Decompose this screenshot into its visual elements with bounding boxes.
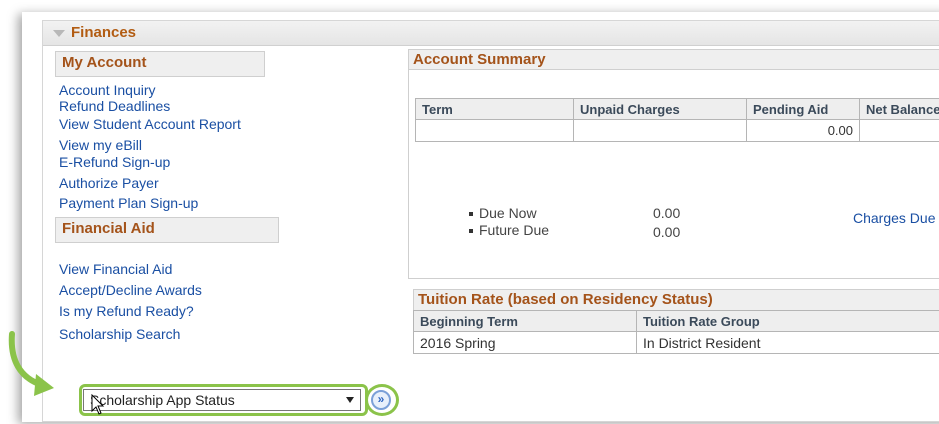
my-account-heading: My Account <box>55 51 265 77</box>
account-summary-panel: Account Summary Term Unpaid Charges Pend… <box>408 49 939 279</box>
tuition-rate-panel: Tuition Rate (based on Residency Status)… <box>413 289 939 359</box>
due-now-label: Due Now <box>479 205 537 221</box>
col-pending-aid: Pending Aid <box>746 98 860 120</box>
go-button[interactable]: » <box>371 390 391 410</box>
e-refund-signup-link[interactable]: E-Refund Sign-up <box>59 154 170 170</box>
refund-deadlines-link[interactable]: Refund Deadlines <box>59 98 170 114</box>
col-net-balance: Net Balance <box>859 98 939 120</box>
mouse-cursor-icon <box>91 394 105 415</box>
financial-aid-heading: Financial Aid <box>55 217 279 243</box>
due-now-value: 0.00 <box>653 205 681 221</box>
account-inquiry-link[interactable]: Account Inquiry <box>59 82 156 98</box>
bullet-icon <box>469 212 473 216</box>
table-header-row: Term Unpaid Charges Pending Aid Net Bala… <box>415 98 939 120</box>
payment-plan-signup-link[interactable]: Payment Plan Sign-up <box>59 195 198 211</box>
refund-ready-link[interactable]: Is my Refund Ready? <box>59 303 194 319</box>
cell-tuition-rate-group: In District Resident <box>636 331 939 354</box>
cell-pending-aid: 0.00 <box>746 119 860 142</box>
page-frame: Finances My Account Account Inquiry Refu… <box>22 12 939 422</box>
table-header-row: Beginning Term Tuition Rate Group <box>413 310 939 332</box>
authorize-payer-link[interactable]: Authorize Payer <box>59 175 159 191</box>
finances-pagelet: Finances My Account Account Inquiry Refu… <box>42 20 939 422</box>
finances-title: Finances <box>71 24 137 41</box>
tuition-rate-table: Beginning Term Tuition Rate Group 2016 S… <box>413 310 939 354</box>
charges-due-link[interactable]: Charges Due <box>853 210 936 226</box>
tuition-rate-heading: Tuition Rate (based on Residency Status) <box>413 289 939 311</box>
dropdown-arrow-icon[interactable] <box>346 397 354 403</box>
double-chevron-right-icon: » <box>377 392 385 406</box>
select-value: Scholarship App Status <box>90 392 235 408</box>
quick-nav-select[interactable]: Scholarship App Status <box>83 389 361 411</box>
col-unpaid-charges: Unpaid Charges <box>573 98 747 120</box>
col-beginning-term: Beginning Term <box>413 310 637 332</box>
cell-net-balance <box>859 119 939 142</box>
annotation-arrow-icon <box>8 331 54 396</box>
table-row: 0.00 <box>415 119 939 142</box>
finances-header[interactable]: Finances <box>43 21 939 46</box>
cell-beginning-term: 2016 Spring <box>413 331 637 354</box>
future-due-value: 0.00 <box>653 224 681 240</box>
bullet-icon <box>469 229 473 233</box>
cell-unpaid-charges <box>573 119 747 142</box>
view-financial-aid-link[interactable]: View Financial Aid <box>59 261 172 277</box>
view-student-account-report-link[interactable]: View Student Account Report <box>59 116 241 132</box>
col-term: Term <box>415 98 574 120</box>
cell-term <box>415 119 574 142</box>
account-summary-table: Term Unpaid Charges Pending Aid Net Bala… <box>415 98 939 142</box>
view-my-ebill-link[interactable]: View my eBill <box>59 137 142 153</box>
collapse-triangle-icon[interactable] <box>53 30 65 37</box>
future-due-label: Future Due <box>479 222 550 238</box>
scholarship-search-link[interactable]: Scholarship Search <box>59 326 180 342</box>
accept-decline-awards-link[interactable]: Accept/Decline Awards <box>59 282 202 298</box>
table-row: 2016 Spring In District Resident <box>413 331 939 354</box>
account-summary-heading: Account Summary <box>409 50 939 70</box>
col-tuition-rate-group: Tuition Rate Group <box>636 310 939 332</box>
